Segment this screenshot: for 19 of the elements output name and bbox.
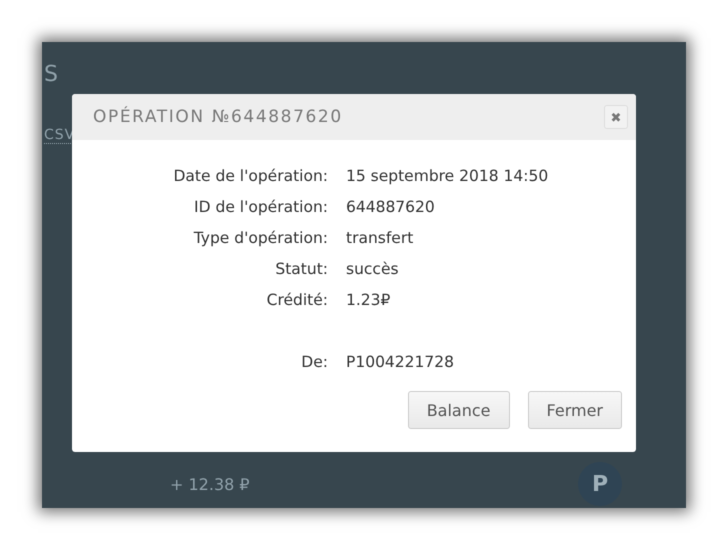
field-value: succès: [346, 260, 399, 278]
dialog-title: OPÉRATION №644887620: [93, 107, 343, 127]
field-label: Crédité:: [266, 290, 328, 308]
page-heading: S: [44, 62, 58, 87]
field-value: 644887620: [346, 198, 435, 216]
field-label: Date de l'opération:: [172, 166, 328, 184]
amount-text: + 12.38 ₽: [170, 474, 250, 494]
dialog-button[interactable]: Balance: [408, 391, 510, 429]
field-label: De:: [300, 352, 328, 370]
field-label: ID de l'opération:: [193, 198, 328, 216]
field-value: 1.23₽: [346, 290, 390, 308]
close-button[interactable]: ✖: [604, 105, 628, 129]
field-value: P1004221728: [346, 352, 454, 370]
field-value: transfert: [346, 228, 414, 246]
currency-badge: P: [578, 462, 622, 506]
field-label: Type d'opération:: [192, 228, 328, 246]
dialog-button[interactable]: Fermer: [528, 391, 622, 429]
field-label: Statut:: [274, 260, 328, 278]
field-value: 15 septembre 2018 14:50: [346, 166, 548, 184]
